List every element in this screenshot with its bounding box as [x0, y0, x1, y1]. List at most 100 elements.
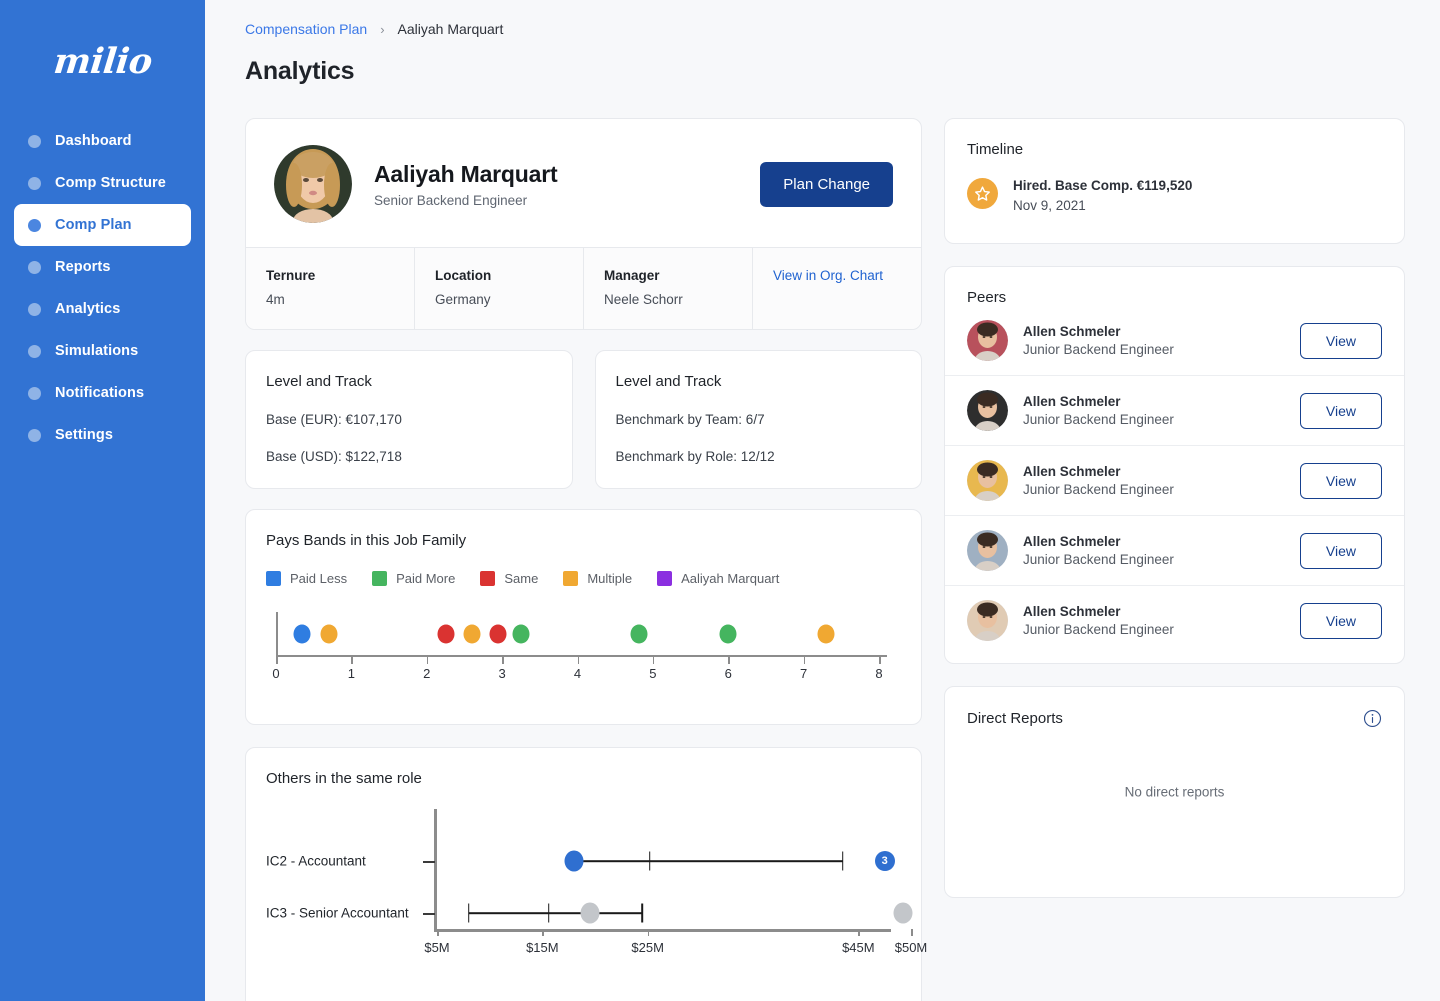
- legend-swatch-icon: [480, 571, 496, 586]
- peer-role: Junior Backend Engineer: [1023, 482, 1174, 497]
- chart-x-tick: [577, 657, 579, 664]
- sidebar-item-analytics[interactable]: Analytics: [14, 288, 191, 330]
- profile-header: Aaliyah Marquart Senior Backend Engineer…: [246, 119, 921, 247]
- chart-x-tick-label: 2: [423, 666, 431, 681]
- timeline-card: Timeline Hired. Base Comp. €119,520 Nov …: [944, 118, 1405, 244]
- chart-x-tick: [426, 657, 429, 664]
- sidebar-nav: Dashboard Comp Structure Comp Plan Repor…: [0, 120, 205, 456]
- sidebar-item-comp-structure[interactable]: Comp Structure: [14, 162, 191, 204]
- pay-band-point[interactable]: [320, 624, 338, 644]
- sidebar-item-label: Comp Structure: [55, 175, 166, 191]
- timeline-event: Hired. Base Comp. €119,520 Nov 9, 2021: [967, 178, 1382, 213]
- chart-y-tick: [423, 861, 435, 863]
- view-in-org-chart-link[interactable]: View in Org. Chart: [773, 268, 921, 283]
- pay-band-point[interactable]: [437, 624, 455, 644]
- sidebar-item-reports[interactable]: Reports: [14, 246, 191, 288]
- main-content: Compensation Plan › Aaliyah Marquart Ana…: [205, 0, 1440, 1001]
- sidebar-item-notifications[interactable]: Notifications: [14, 372, 191, 414]
- stat-org-chart: View in Org. Chart: [753, 248, 921, 329]
- legend-item: Paid Less: [266, 571, 347, 586]
- pay-band-point[interactable]: [719, 624, 737, 644]
- legend-label: Same: [504, 571, 539, 586]
- bullet-icon: [28, 344, 41, 358]
- breadcrumb-link-compensation-plan[interactable]: Compensation Plan: [245, 21, 367, 37]
- peer-name: Allen Schmeler: [1023, 464, 1121, 479]
- bullet-icon: [28, 386, 41, 400]
- chart-y-tick: [423, 913, 435, 915]
- peers-card: Peers Allen Schmeler Junior Backend Engin…: [944, 266, 1405, 664]
- sidebar-item-comp-plan[interactable]: Comp Plan: [14, 204, 191, 246]
- peer-view-button[interactable]: View: [1299, 392, 1382, 429]
- peer-view-button[interactable]: View: [1299, 462, 1382, 499]
- sidebar-item-simulations[interactable]: Simulations: [14, 330, 191, 372]
- base-eur: Base (EUR): €107,170: [266, 412, 402, 427]
- avatar: [967, 530, 1008, 571]
- card-title: Timeline: [967, 141, 1024, 158]
- chart-x-tick: [647, 929, 650, 936]
- chart-x-tick-label: $25M: [631, 940, 664, 955]
- logo[interactable]: milio: [0, 26, 205, 96]
- info-icon[interactable]: [1363, 709, 1382, 728]
- chart-x-tick-label: 0: [272, 666, 280, 681]
- pay-band-point[interactable]: [489, 624, 507, 644]
- bullet-icon: [28, 302, 41, 316]
- peer-view-button[interactable]: View: [1299, 532, 1382, 569]
- pay-band-point[interactable]: [293, 624, 311, 644]
- stat-value: 4m: [266, 292, 285, 307]
- chart-x-tick-label: 1: [347, 666, 355, 681]
- chart-range-cap: [467, 903, 470, 923]
- chart-data-point[interactable]: [580, 902, 600, 924]
- card-title: Level and Track: [615, 373, 722, 390]
- chart-range-line: [468, 912, 643, 914]
- profile-identity: Aaliyah Marquart Senior Backend Engineer: [374, 161, 760, 208]
- legend-item: Same: [480, 571, 538, 586]
- stat-manager: Manager Neele Schorr: [584, 248, 753, 329]
- pay-band-point[interactable]: [512, 624, 530, 644]
- peer-view-button[interactable]: View: [1299, 602, 1382, 639]
- bullet-icon: [28, 428, 41, 442]
- avatar-image: [967, 600, 1008, 641]
- chart-range-cap: [841, 851, 844, 871]
- chart-data-point[interactable]: [564, 850, 584, 872]
- bullet-icon: [28, 260, 41, 274]
- direct-reports-header: Direct Reports: [967, 709, 1382, 728]
- pay-bands-legend: Paid Less Paid More Same Multiple Aaliyah Ma…: [266, 571, 901, 586]
- others-in-same-role-card: Others in the same role $5M $15M $25M $45M $…: [245, 747, 927, 1001]
- avatar-image: [274, 145, 352, 223]
- chart-range-line: [573, 860, 843, 862]
- chart-count-badge[interactable]: 3: [874, 851, 895, 871]
- page-title: Analytics: [245, 57, 355, 85]
- sidebar-item-label: Simulations: [55, 343, 139, 359]
- chart-category-label: IC2 - Accountant: [266, 853, 366, 869]
- timeline-event-title: Hired. Base Comp. €119,520: [1013, 178, 1193, 193]
- legend-item: Multiple: [563, 571, 632, 586]
- sidebar-item-dashboard[interactable]: Dashboard: [14, 120, 191, 162]
- card-title: Level and Track: [266, 373, 372, 390]
- peer-view-button[interactable]: View: [1299, 322, 1382, 359]
- sidebar-item-settings[interactable]: Settings: [14, 414, 191, 456]
- chart-x-tick: [803, 657, 806, 664]
- chart-outlier-point[interactable]: [893, 902, 913, 924]
- pay-band-point[interactable]: [630, 624, 648, 644]
- profile-stats-row: Ternure 4m Location Germany Manager Neel…: [246, 247, 921, 329]
- avatar: [967, 320, 1008, 361]
- pay-band-point[interactable]: [463, 624, 481, 644]
- peer-info: Allen Schmeler Junior Backend Engineer: [1023, 534, 1300, 567]
- peer-role: Junior Backend Engineer: [1023, 342, 1174, 357]
- peer-name: Allen Schmeler: [1023, 394, 1121, 409]
- left-column: Aaliyah Marquart Senior Backend Engineer…: [245, 118, 927, 1001]
- legend-swatch-icon: [563, 571, 579, 586]
- plan-change-button[interactable]: Plan Change: [760, 161, 893, 207]
- peer-name: Allen Schmeler: [1023, 534, 1121, 549]
- chart-x-tick-label: 4: [573, 666, 582, 681]
- chart-x-tick-label: $50M: [894, 940, 928, 955]
- timeline-event-text: Hired. Base Comp. €119,520 Nov 9, 2021: [1013, 178, 1192, 213]
- avatar-image: [967, 530, 1008, 571]
- level-track-card-benchmark: Level and Track Benchmark by Team: 6/7 B…: [594, 350, 922, 489]
- chart-x-tick: [502, 657, 504, 664]
- direct-reports-empty-text: No direct reports: [1124, 784, 1225, 800]
- pay-band-point[interactable]: [817, 624, 835, 644]
- breadcrumb-current: Aaliyah Marquart: [397, 21, 504, 37]
- peer-info: Allen Schmeler Junior Backend Engineer: [1023, 604, 1300, 637]
- sidebar-item-label: Reports: [55, 259, 111, 275]
